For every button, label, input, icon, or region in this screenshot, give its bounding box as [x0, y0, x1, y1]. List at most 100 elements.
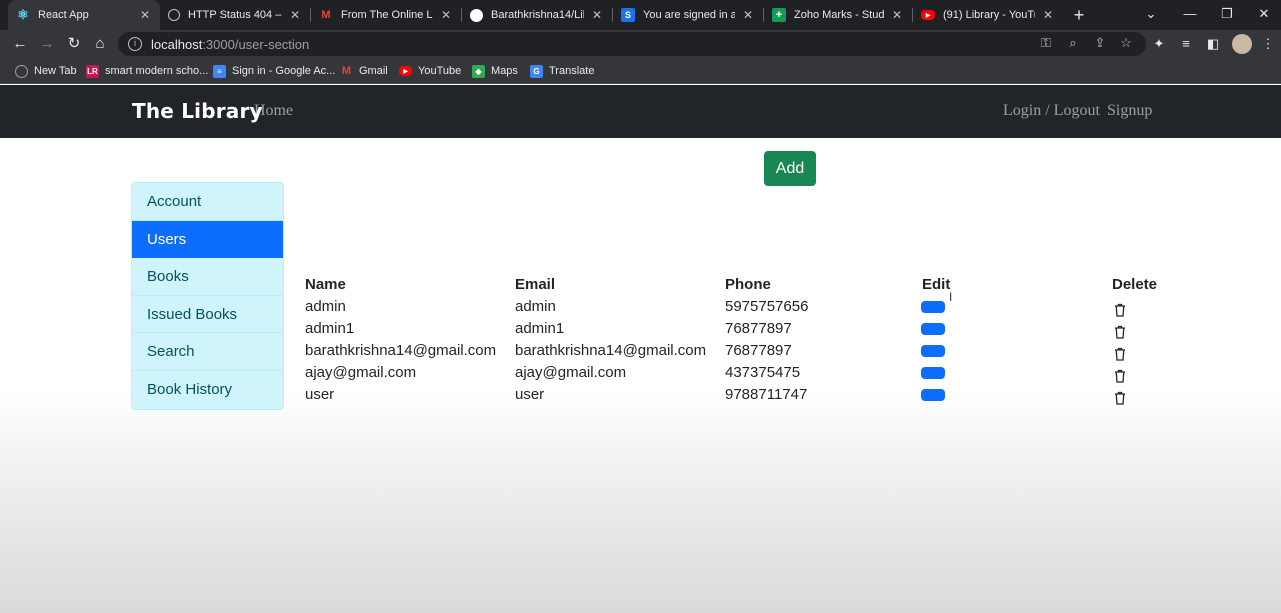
close-tab-icon[interactable]: ✕	[590, 8, 604, 22]
info-icon[interactable]: i	[128, 37, 142, 51]
youtube-icon: ▶	[399, 66, 412, 76]
cell-name: ajay@gmail.com	[305, 364, 417, 381]
tab-search-icon[interactable]: ⌄	[1131, 0, 1171, 30]
sheets-icon: +	[772, 8, 786, 22]
sidebar-item-issued-books[interactable]: Issued Books	[132, 295, 283, 334]
add-user-button[interactable]: Add	[764, 151, 816, 186]
globe-icon	[168, 9, 180, 21]
home-icon[interactable]: ⌂	[90, 34, 110, 54]
cell-name: barathkrishna14@gmail.com	[305, 342, 497, 359]
trash-icon[interactable]	[1114, 391, 1126, 405]
column-header-edit: Edit	[922, 276, 951, 293]
browser-tab[interactable]: Barathkrishna14/Libra ✕	[462, 0, 612, 30]
docs-icon: ≡	[213, 64, 226, 78]
cell-phone: 437375475	[725, 364, 801, 381]
sidebar-item-users[interactable]: Users	[132, 220, 283, 259]
browser-tab[interactable]: HTTP Status 404 – No ✕	[160, 0, 310, 30]
github-icon	[470, 8, 483, 22]
bookmark-item[interactable]: New Tab	[15, 63, 77, 79]
cell-name: admin	[305, 298, 346, 315]
cell-phone: 5975757656	[725, 298, 809, 315]
close-tab-icon[interactable]: ✕	[741, 8, 755, 22]
edit-button[interactable]	[921, 323, 945, 335]
gmail-icon: M	[321, 9, 331, 21]
close-tab-icon[interactable]: ✕	[288, 8, 302, 22]
close-window-icon[interactable]: ✕	[1244, 0, 1281, 30]
browser-toolbar: ← → ↻ ⌂ i localhost:3000/user-section ⚿ …	[0, 30, 1281, 58]
close-tab-icon[interactable]: ✕	[138, 8, 152, 22]
sidebar-item-search[interactable]: Search	[132, 333, 283, 371]
star-icon[interactable]: ☆	[1117, 34, 1135, 52]
text-cursor-icon: I	[949, 290, 953, 304]
browser-tab[interactable]: + Zoho Marks - Student ✕	[764, 0, 912, 30]
bookmark-item[interactable]: M Gmail	[340, 63, 388, 79]
key-icon[interactable]: ⚿	[1037, 34, 1055, 52]
close-tab-icon[interactable]: ✕	[890, 8, 904, 22]
edit-button[interactable]	[921, 367, 945, 379]
bookmark-item[interactable]: ◆ Maps	[472, 63, 518, 79]
forward-icon[interactable]: →	[37, 34, 57, 54]
sidebar-item-book-history[interactable]: Book History	[132, 370, 283, 409]
trash-icon[interactable]	[1114, 325, 1126, 339]
side-panel-icon[interactable]: ◧	[1204, 35, 1222, 53]
bookmark-item[interactable]: LR smart modern scho...	[86, 63, 208, 79]
cell-email: user	[515, 386, 545, 403]
extensions-icon[interactable]: ✦	[1150, 35, 1168, 53]
globe-icon	[15, 64, 28, 78]
back-icon[interactable]: ←	[10, 34, 30, 54]
maps-icon: ◆	[472, 64, 485, 78]
cell-phone: 76877897	[725, 320, 792, 337]
react-icon: ⚛	[17, 7, 29, 22]
cell-email: ajay@gmail.com	[515, 364, 627, 381]
profile-avatar[interactable]	[1232, 34, 1252, 54]
close-tab-icon[interactable]: ✕	[439, 8, 453, 22]
menu-icon[interactable]: ⋮	[1259, 35, 1277, 53]
column-header-name: Name	[305, 276, 346, 293]
nav-login-logout-link[interactable]: Login / Logout	[1003, 102, 1100, 120]
brand-logo[interactable]: The Library	[132, 99, 263, 123]
bookmarks-bar: New Tab LR smart modern scho... ≡ Sign i…	[0, 58, 1281, 84]
column-header-phone: Phone	[725, 276, 771, 293]
youtube-icon: ▶	[921, 10, 935, 20]
column-header-email: Email	[515, 276, 556, 293]
edit-button[interactable]	[921, 345, 945, 357]
translate-icon: G	[530, 64, 543, 78]
cell-phone: 76877897	[725, 342, 792, 359]
column-header-delete: Delete	[1112, 276, 1158, 293]
app-navbar: The Library Home Login / Logout Signup	[0, 85, 1281, 138]
restore-icon[interactable]: ❐	[1207, 0, 1247, 30]
edit-button[interactable]	[921, 301, 945, 313]
sidebar-item-books[interactable]: Books	[132, 258, 283, 296]
cell-email: barathkrishna14@gmail.com	[515, 342, 707, 359]
reading-list-icon[interactable]: ≡	[1177, 35, 1195, 53]
sidebar-item-account[interactable]: Account	[132, 183, 283, 221]
trash-icon[interactable]	[1114, 347, 1126, 361]
browser-tab[interactable]: S You are signed in as 1 ✕	[613, 0, 763, 30]
sidebar-menu: Account Users Books Issued Books Search …	[131, 182, 284, 410]
nav-signup-link[interactable]: Signup	[1107, 102, 1152, 120]
reload-icon[interactable]: ↻	[64, 34, 84, 54]
minimize-icon[interactable]: —	[1170, 0, 1210, 30]
cell-email: admin1	[515, 320, 565, 337]
bookmark-item[interactable]: ▶ YouTube	[399, 63, 461, 79]
browser-tab[interactable]: M From The Online Libra ✕	[311, 0, 461, 30]
browser-tab[interactable]: ⚛ React App ✕	[8, 0, 160, 30]
cell-email: admin	[515, 298, 556, 315]
edit-button[interactable]	[921, 389, 945, 401]
school-icon: LR	[86, 64, 99, 78]
share-icon[interactable]: ⇪	[1091, 34, 1109, 52]
s-icon: S	[621, 8, 635, 22]
trash-icon[interactable]	[1114, 303, 1126, 317]
browser-tab[interactable]: ▶ (91) Library - YouTube ✕	[913, 0, 1063, 30]
address-bar[interactable]: i localhost:3000/user-section	[118, 32, 1146, 56]
trash-icon[interactable]	[1114, 369, 1126, 383]
new-tab-icon[interactable]: +	[1068, 4, 1090, 26]
zoom-icon[interactable]: ⌕	[1064, 34, 1082, 52]
bookmark-item[interactable]: ≡ Sign in - Google Ac...	[213, 63, 335, 79]
bookmark-item[interactable]: G Translate	[530, 63, 594, 79]
cell-phone: 9788711747	[725, 386, 808, 403]
cell-name: admin1	[305, 320, 355, 337]
nav-home-link[interactable]: Home	[254, 102, 293, 120]
close-tab-icon[interactable]: ✕	[1041, 8, 1055, 22]
browser-tabstrip: ⚛ React App ✕ HTTP Status 404 – No ✕ M F…	[0, 0, 1281, 30]
